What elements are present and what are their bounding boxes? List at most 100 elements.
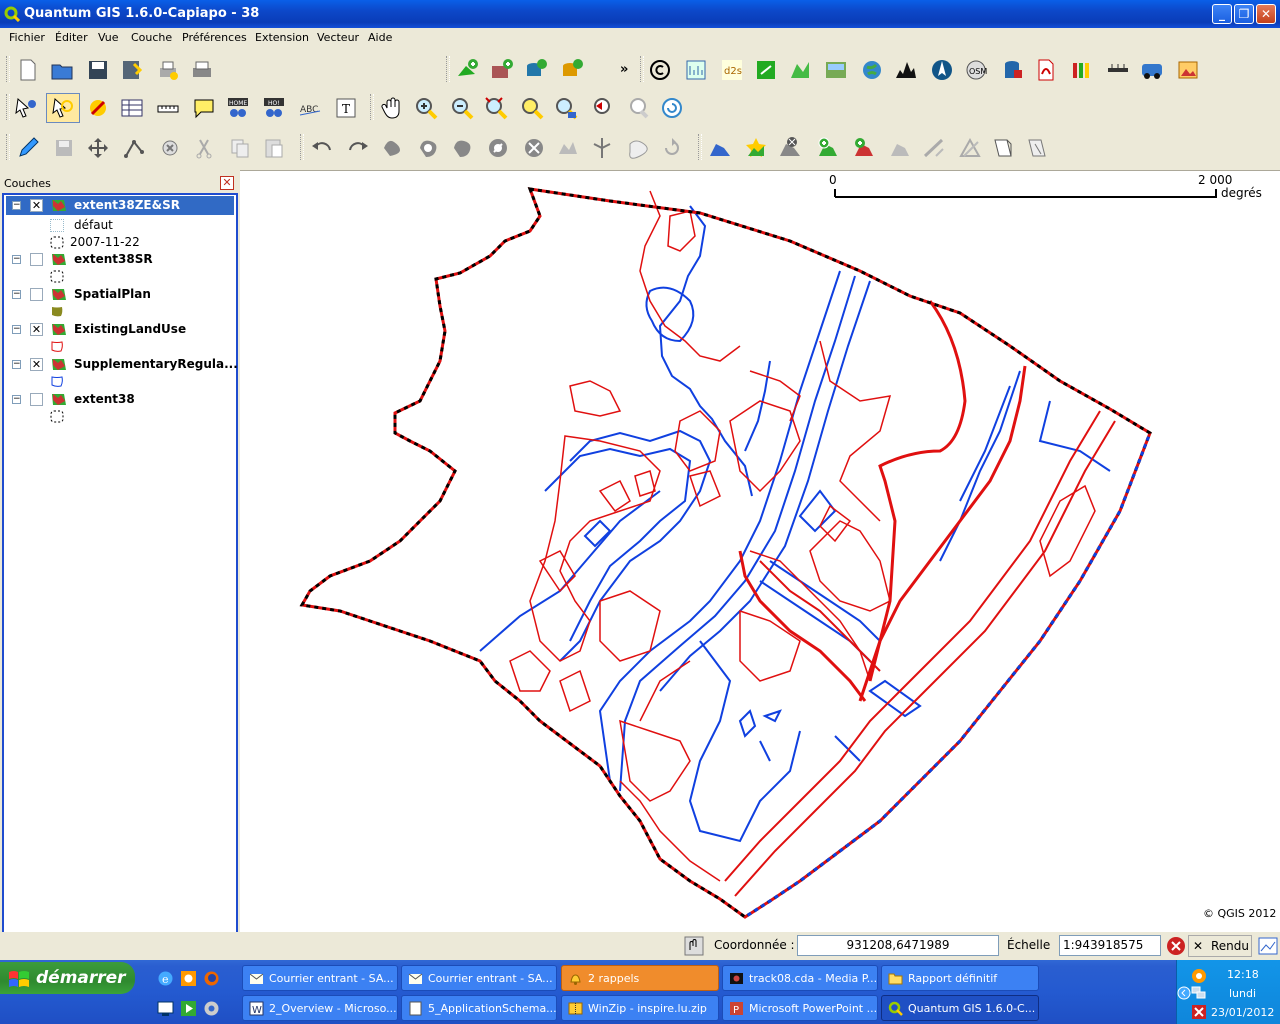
print-icon[interactable] (190, 58, 214, 82)
paste-features-icon[interactable] (262, 136, 286, 160)
simplify-feature-icon[interactable] (380, 136, 404, 160)
copyright-label-icon[interactable] (648, 58, 672, 82)
layer-visibility-checkbox[interactable]: ✕ (30, 358, 43, 371)
coordinate-toggle-icon[interactable] (684, 936, 704, 956)
layer-visibility-checkbox[interactable]: ✕ (30, 199, 43, 212)
merge-features-icon[interactable] (626, 136, 650, 160)
scale-bar-icon[interactable] (684, 58, 708, 82)
zoom-next-icon[interactable] (626, 96, 650, 120)
terrain-profile-icon[interactable] (894, 58, 918, 82)
open-field-calculator-icon[interactable] (1026, 136, 1050, 160)
network-icon[interactable] (1191, 986, 1207, 1000)
open-table-icon[interactable] (992, 136, 1016, 160)
capture-line-icon[interactable] (922, 136, 946, 160)
collapse-icon[interactable]: − (12, 255, 21, 264)
north-arrow-icon[interactable] (930, 58, 954, 82)
coordinate-capture-icon[interactable] (1106, 58, 1130, 82)
copy-features-icon[interactable] (228, 136, 252, 160)
label-abc-icon[interactable]: ABC (298, 96, 322, 120)
menu-preferences[interactable]: Préférences (182, 31, 247, 44)
pan-icon[interactable] (380, 96, 404, 120)
deselect-icon[interactable] (86, 96, 110, 120)
add-ring-icon[interactable] (416, 136, 440, 160)
rotate-point-symbols-icon[interactable] (660, 136, 684, 160)
new-project-icon[interactable] (16, 58, 40, 82)
taskbar-item[interactable]: Rapport définitif (881, 965, 1039, 991)
layer-name[interactable]: ExistingLandUse (74, 322, 186, 336)
menu-vecteur[interactable]: Vecteur (317, 31, 359, 44)
add-vector-layer-icon[interactable] (455, 58, 479, 82)
ho-icon[interactable]: HO! (262, 96, 286, 120)
render-checkbox[interactable]: ✕ Rendu (1188, 935, 1252, 957)
taskbar-item[interactable]: 2 rappels (561, 965, 719, 991)
clock-time[interactable]: 12:18 (1227, 968, 1259, 981)
taskbar-item[interactable]: Courrier entrant - SA... (401, 965, 557, 991)
coordinate-field[interactable]: 931208,6471989 (797, 935, 999, 956)
layer-visibility-checkbox[interactable] (30, 253, 43, 266)
reshape-features-icon[interactable] (556, 136, 580, 160)
node-tool-icon[interactable] (122, 136, 146, 160)
image-export-icon[interactable] (1176, 58, 1200, 82)
layer-name[interactable]: SupplementaryRegula... (74, 357, 238, 371)
table-manager-icon[interactable] (1070, 58, 1094, 82)
menu-extension[interactable]: Extension (255, 31, 309, 44)
menu-aide[interactable]: Aide (368, 31, 392, 44)
pdf-export-icon[interactable] (1034, 58, 1058, 82)
collapse-icon[interactable]: − (12, 325, 21, 334)
toolbar-grip[interactable] (370, 94, 374, 120)
cut-features-icon[interactable] (192, 136, 216, 160)
remove-layer-icon[interactable] (778, 136, 802, 160)
d2s-icon[interactable]: d2s (720, 58, 744, 82)
measure-line-icon[interactable] (156, 96, 180, 120)
toggle-editing-icon[interactable] (16, 136, 40, 160)
zoom-to-layer-icon[interactable] (554, 96, 578, 120)
crs-status-icon[interactable] (1258, 937, 1278, 955)
undo-icon[interactable] (310, 136, 334, 160)
zoom-last-icon[interactable] (590, 96, 614, 120)
taskbar-item[interactable]: Courrier entrant - SA... (242, 965, 398, 991)
start-button[interactable]: démarrer (0, 962, 135, 994)
zoom-full-icon[interactable] (484, 96, 508, 120)
home-icon[interactable]: HOME (226, 96, 250, 120)
toolbar-grip[interactable] (640, 56, 644, 82)
delete-part-icon[interactable] (522, 136, 546, 160)
close-button[interactable]: ✕ (1256, 4, 1276, 24)
toolbar-grip[interactable] (6, 56, 10, 82)
gps-tools-icon[interactable] (754, 58, 778, 82)
layer-visibility-checkbox[interactable] (30, 393, 43, 406)
desktop-icon[interactable] (157, 1000, 174, 1017)
collapse-icon[interactable]: − (12, 201, 21, 210)
layer-name[interactable]: extent38 (74, 392, 135, 406)
zoom-in-icon[interactable] (414, 96, 438, 120)
add-postgis-layer-icon[interactable] (524, 58, 548, 82)
layer-name[interactable]: extent38ZE&SR (74, 198, 180, 212)
new-print-composer-icon[interactable] (156, 58, 180, 82)
add-raster-layer-icon[interactable] (490, 58, 514, 82)
identify-icon[interactable] (14, 96, 38, 120)
new-vector-layer-icon[interactable] (816, 136, 840, 160)
security-alert-icon[interactable] (1191, 1004, 1207, 1020)
move-feature-icon[interactable] (86, 136, 110, 160)
globe-icon[interactable] (860, 58, 884, 82)
taskbar-item[interactable]: W 2_Overview - Microso... (242, 995, 398, 1021)
open-project-icon[interactable] (50, 58, 74, 82)
collapse-icon[interactable]: − (12, 290, 21, 299)
georeferencer-icon[interactable] (824, 58, 848, 82)
taskbar-item[interactable]: P Microsoft PowerPoint ... (722, 995, 878, 1021)
menu-fichier[interactable]: Fichier (9, 31, 45, 44)
zoom-out-icon[interactable] (450, 96, 474, 120)
minimize-button[interactable]: _ (1212, 4, 1232, 24)
save-project-icon[interactable] (86, 58, 110, 82)
media-icon[interactable] (180, 1000, 197, 1017)
menu-editer[interactable]: Éditer (55, 31, 88, 44)
map-tips-icon[interactable] (192, 96, 216, 120)
select-tool-button[interactable] (46, 93, 80, 123)
scale-field[interactable]: 1:943918575 (1059, 935, 1161, 956)
save-as-icon[interactable] (120, 58, 144, 82)
layer-name[interactable]: extent38SR (74, 252, 153, 266)
attribute-table-icon[interactable] (120, 96, 144, 120)
add-feature-vector-icon[interactable] (708, 136, 732, 160)
split-features-icon[interactable] (590, 136, 614, 160)
stop-rendering-icon[interactable] (1166, 936, 1186, 956)
taskbar-item[interactable]: 5_ApplicationSchema... (401, 995, 557, 1021)
